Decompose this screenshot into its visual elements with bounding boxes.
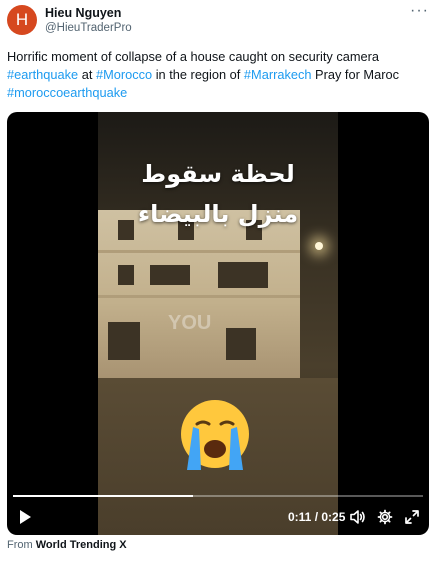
more-options-icon[interactable]: ···: [410, 2, 429, 20]
building-door: [108, 322, 140, 360]
author-handle[interactable]: @HieuTraderPro: [45, 22, 132, 34]
avatar[interactable]: H: [7, 5, 37, 35]
video-caption-line-2: منزل بالبيضاء: [137, 200, 299, 228]
volume-icon[interactable]: [350, 509, 366, 525]
video-watermark: YOU: [168, 312, 212, 334]
hashtag-moroccoearthquake[interactable]: #moroccoearthquake: [7, 85, 127, 100]
fullscreen-icon[interactable]: [404, 509, 420, 525]
street-lamp: [315, 242, 323, 250]
tweet-card: H Hieu Nguyen @HieuTraderPro ··· Horrifi…: [0, 0, 441, 569]
video-progress-fill: [13, 495, 194, 497]
tweet-text-part: Pray for Maroc: [311, 67, 399, 82]
building-detail: [98, 250, 300, 253]
play-icon[interactable]: [17, 509, 33, 525]
video-frame: YOU لحظة سقوط منزل بالبيضاء: [98, 112, 338, 535]
video-caption-line-1: لحظة سقوط: [141, 160, 295, 188]
hashtag-morocco[interactable]: #Morocco: [96, 67, 152, 82]
tweet-text-part: in the region of: [152, 67, 244, 82]
video-player[interactable]: YOU لحظة سقوط منزل بالبيضاء 0:11 / 0:25: [7, 112, 429, 535]
video-progress-bar[interactable]: [13, 495, 423, 497]
building-window: [118, 265, 134, 285]
emoji-mouth: [204, 440, 226, 458]
building-detail: [98, 295, 300, 298]
time-total: 0:25: [321, 510, 346, 524]
tweet-text-part: at: [78, 67, 96, 82]
hashtag-marrakech[interactable]: #Marrakech: [244, 67, 312, 82]
author-name[interactable]: Hieu Nguyen: [45, 6, 121, 20]
building-door: [226, 328, 256, 360]
time-current: 0:11: [288, 510, 312, 524]
building-window: [150, 265, 190, 285]
building-window: [218, 262, 268, 288]
time-separator: /: [311, 510, 322, 524]
source-name[interactable]: World Trending X: [36, 539, 127, 551]
video-time: 0:11 / 0:25: [288, 510, 345, 524]
tweet-text-part: Horrific moment of collapse of a house c…: [7, 49, 379, 64]
crying-face-emoji: [181, 400, 249, 470]
settings-gear-icon[interactable]: [377, 509, 393, 525]
tweet-text: Horrific moment of collapse of a house c…: [7, 48, 432, 102]
building-image: YOU: [98, 210, 300, 378]
source-attribution: From World Trending X: [7, 539, 127, 551]
hashtag-earthquake[interactable]: #earthquake: [7, 67, 78, 82]
from-label: From: [7, 539, 33, 551]
